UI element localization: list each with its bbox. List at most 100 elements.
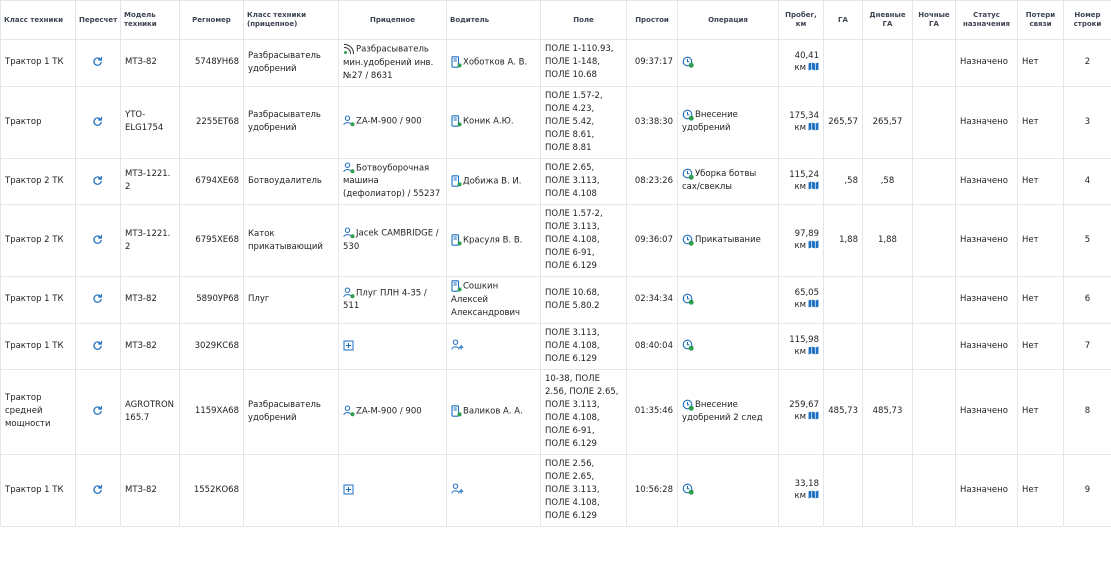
cell-trailer[interactable]: ZA-M-900 / 900 [338,368,447,455]
user-link-icon[interactable] [343,227,355,239]
refresh-icon[interactable] [92,56,103,67]
cell-operation[interactable] [677,322,779,370]
user-link-icon[interactable] [343,287,355,299]
operation-status-icon[interactable] [682,168,694,180]
user-link-icon[interactable] [343,405,355,417]
col-header-class[interactable]: Класс техники [0,0,76,40]
map-icon[interactable] [808,240,819,253]
cell-ga: 485,73 [823,368,863,455]
driver-badge-icon[interactable] [451,56,462,68]
add-user-icon[interactable] [451,339,464,351]
cell-operation[interactable]: Прикатывание [677,204,779,277]
refresh-icon[interactable] [92,175,103,186]
signal-trailer-icon[interactable] [343,43,355,55]
operation-status-icon[interactable] [682,293,694,305]
trailer-text: Плуг ПЛН 4-35 / 511 [343,288,427,311]
refresh-icon[interactable] [92,340,103,351]
driver-badge-icon[interactable] [451,405,462,417]
table-row[interactable]: Трактор 2 ТК МТЗ-1221.2 6795ХЕ68 Каток п… [0,204,1111,277]
cell-driver[interactable]: Добижа В. И. [446,157,541,205]
col-header-trailer-class[interactable]: Класс техники (прицепное) [243,0,339,40]
status-text: Назначено [960,484,1008,495]
cell-operation[interactable] [677,39,779,87]
col-header-mileage[interactable]: Пробег, км [778,0,824,40]
refresh-icon[interactable] [92,293,103,304]
driver-badge-icon[interactable] [451,234,462,246]
map-icon[interactable] [808,121,819,135]
cell-operation[interactable] [677,276,779,324]
cell-operation[interactable]: Внесение удобрений 2 след [677,368,779,455]
cell-trailer[interactable]: ZA-M-900 / 900 [338,85,447,159]
map-icon[interactable] [808,345,819,359]
col-header-field[interactable]: Поле [540,0,627,40]
driver-badge-icon[interactable] [451,280,462,292]
cell-driver[interactable]: Валиков А. А. [446,368,541,455]
model-text: МТЗ-1221.2 [125,169,171,193]
refresh-icon[interactable] [92,116,103,127]
cell-trailer[interactable] [338,322,447,370]
operation-status-icon[interactable] [682,339,694,351]
map-icon[interactable] [808,411,819,424]
mileage-value: 40,41 [794,51,819,62]
cell-operation[interactable]: Внесение удобрений [677,85,779,159]
map-icon[interactable] [808,299,819,312]
col-header-rownum[interactable]: Номер строки [1063,0,1111,40]
refresh-icon[interactable] [92,234,103,245]
cell-operation[interactable] [677,453,779,527]
table-row[interactable]: Трактор 1 ТК МТЗ-82 3029КС68 ПОЛЕ 3.113,… [0,322,1111,370]
operation-status-icon[interactable] [682,483,694,495]
table-row[interactable]: Трактор YTO-ELG1754 2255ЕТ68 Разбрасыват… [0,85,1111,159]
col-header-status[interactable]: Статус назначения [955,0,1018,40]
cell-driver[interactable]: Коник А.Ю. [446,85,541,159]
cell-trailer[interactable]: Плуг ПЛН 4-35 / 511 [338,276,447,324]
col-header-trailer[interactable]: Прицепное [338,0,447,40]
col-header-night-ga[interactable]: Ночные ГА [912,0,956,40]
operation-status-icon[interactable] [682,234,694,246]
map-icon[interactable] [808,489,819,503]
cell-field: ПОЛЕ 2.56, ПОЛЕ 2.65, ПОЛЕ 3.113, ПОЛЕ 4.10… [540,453,627,527]
user-link-icon[interactable] [343,115,355,127]
cell-operation[interactable]: Уборка ботвы сах/свеклы [677,157,779,205]
cell-field: ПОЛЕ 1.57-2, ПОЛЕ 3.113, ПОЛЕ 4.108, ПОЛЕ 6… [540,204,627,277]
table-row[interactable]: Трактор 1 ТК МТЗ-82 1552КО68 ПОЛЕ 2.56, П… [0,453,1111,527]
col-header-model[interactable]: Модель техники [120,0,180,40]
col-header-operation[interactable]: Операция [677,0,779,40]
mileage-unit: км [794,300,806,311]
driver-badge-icon[interactable] [451,115,462,127]
cell-trailer[interactable]: Jacek CAMBRIDGE / 530 [338,204,447,277]
cell-trailer[interactable] [338,453,447,527]
operation-status-icon[interactable] [682,109,694,121]
add-box-icon[interactable] [343,484,354,495]
status-text: Назначено [960,57,1008,68]
operation-status-icon[interactable] [682,56,694,68]
operation-status-icon[interactable] [682,399,694,411]
map-icon[interactable] [808,181,819,194]
col-header-day-ga[interactable]: Дневные ГА [862,0,913,40]
cell-driver[interactable]: Сошкин Алексей Александрович [446,276,541,324]
col-header-regnum[interactable]: Регномер [179,0,244,40]
refresh-icon[interactable] [92,405,103,416]
cell-driver[interactable]: Хоботков А. В. [446,39,541,87]
col-header-recalc[interactable]: Пересчет [75,0,121,40]
cell-trailer[interactable]: Разбрасыватель мин.удобрений инв. №27 / … [338,39,447,87]
cell-driver[interactable] [446,322,541,370]
user-link-icon[interactable] [343,162,355,174]
refresh-icon[interactable] [92,484,103,495]
mileage-value: 115,24 [789,169,819,180]
table-row[interactable]: Трактор средней мощности AGROTRON 165.7 … [0,368,1111,455]
table-row[interactable]: Трактор 1 ТК МТЗ-82 5890УР68 Плуг Плуг П… [0,276,1111,324]
table-row[interactable]: Трактор 2 ТК МТЗ-1221.2 6794ХЕ68 Ботвоуд… [0,157,1111,205]
col-header-ga[interactable]: ГА [823,0,863,40]
status-text: Назначено [960,406,1008,416]
driver-badge-icon[interactable] [451,174,462,187]
table-row[interactable]: Трактор 1 ТК МТЗ-82 5748УН68 Разбрасыват… [0,39,1111,87]
cell-driver[interactable] [446,453,541,527]
col-header-loss[interactable]: Потери связи [1017,0,1064,40]
cell-trailer[interactable]: Ботвоуборочная машина (дефолиатор) / 552… [338,157,447,205]
cell-driver[interactable]: Красуля В. В. [446,204,541,277]
col-header-idle[interactable]: Простои [626,0,678,40]
map-icon[interactable] [808,62,819,75]
add-box-icon[interactable] [343,340,354,351]
col-header-driver[interactable]: Водитель [446,0,541,40]
add-user-icon[interactable] [451,483,464,495]
